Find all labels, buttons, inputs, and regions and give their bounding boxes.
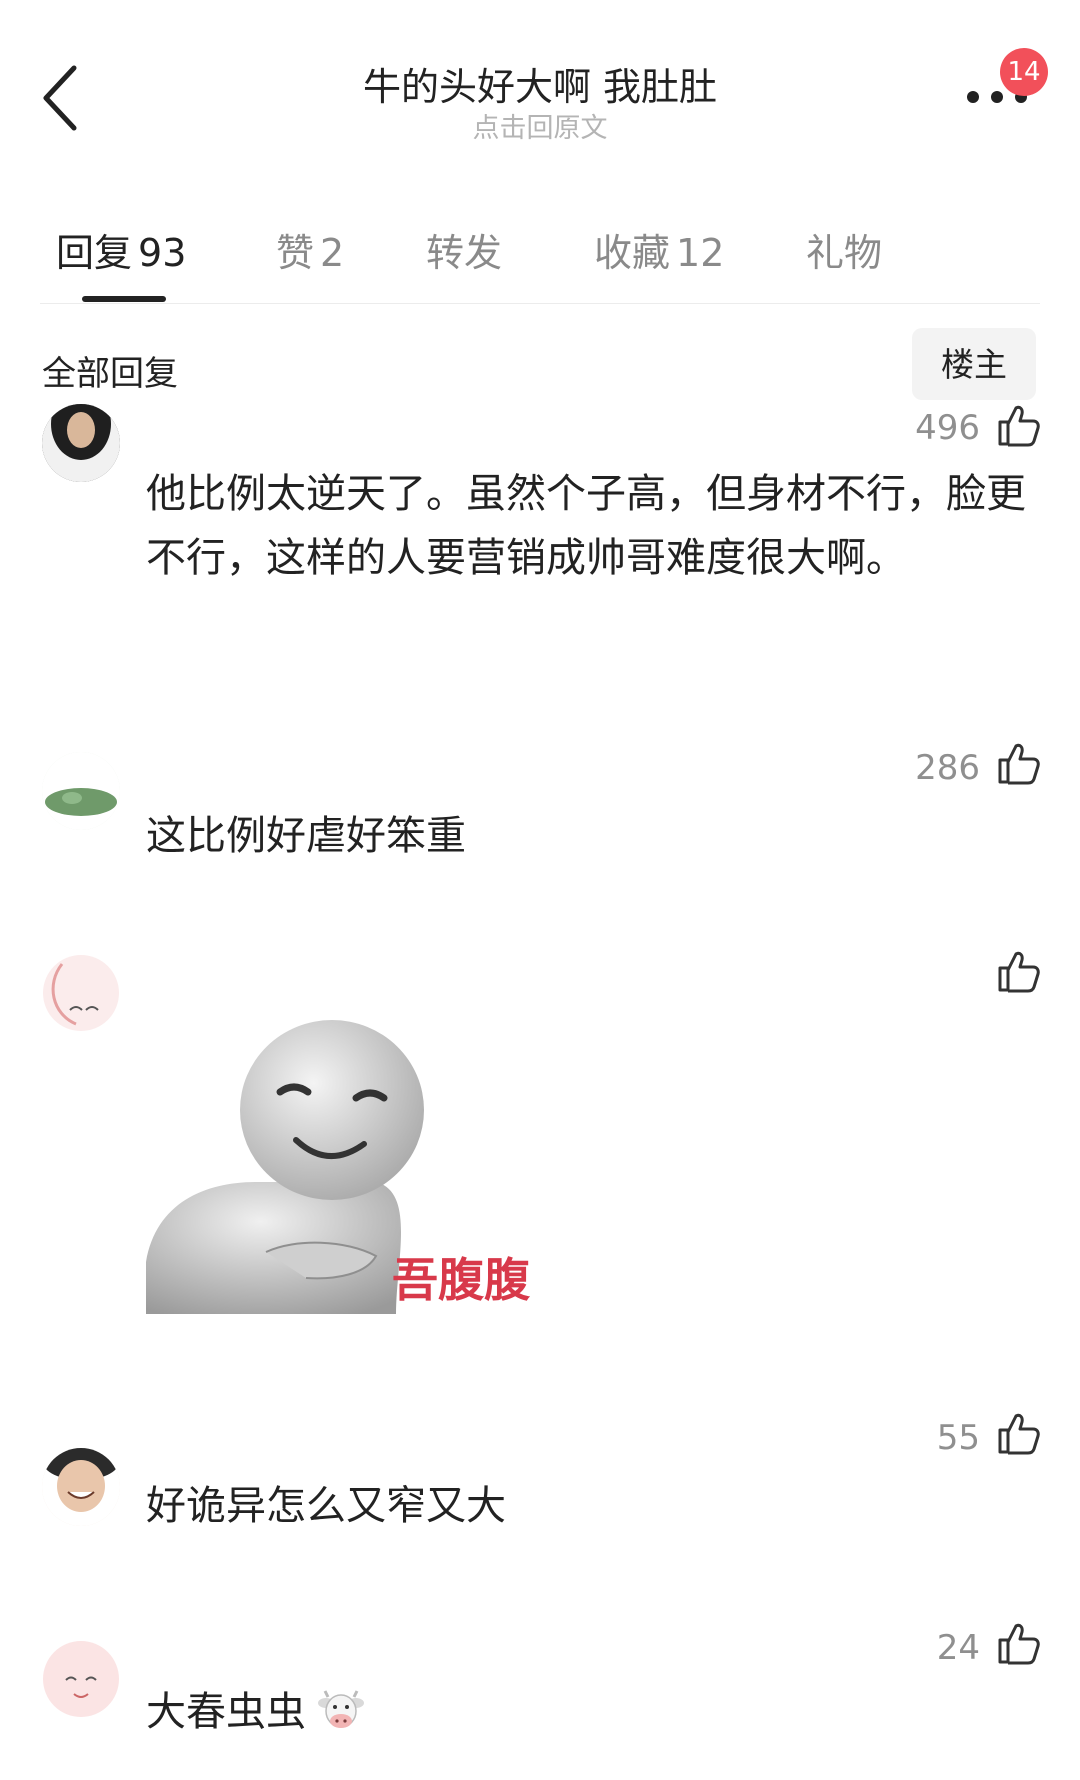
comment-row: 大春虫虫 <box>146 1680 1026 1744</box>
comment-text: 这比例好虐好笨重 <box>146 813 466 859</box>
active-tab-indicator <box>82 296 166 302</box>
tab-replies[interactable]: 回复 93 <box>56 222 186 277</box>
tab-divider <box>40 303 1040 304</box>
comment-text: 他比例太逆天了。虽然个子高，但身材不行，脸更不行，这样的人要营销成帅哥难度很大啊… <box>146 471 1026 581</box>
thumbs-up-icon[interactable] <box>996 948 1040 994</box>
tab-count: 93 <box>138 231 187 275</box>
post-title[interactable]: 牛的头好大啊 我肚肚 <box>200 56 880 111</box>
cow-face-icon <box>318 1690 364 1728</box>
thumbs-up-icon[interactable] <box>996 402 1040 448</box>
tab-count: 12 <box>676 231 725 275</box>
avatar-image <box>43 1641 119 1717</box>
owner-only-button[interactable]: 楼主 <box>912 328 1036 400</box>
tab-label: 转发 <box>426 231 503 275</box>
sticker-image[interactable]: 吾腹腹 <box>146 1012 546 1314</box>
tab-label: 赞 <box>276 231 315 275</box>
sticker-caption: 吾腹腹 <box>392 1253 530 1307</box>
thumbs-up-icon[interactable] <box>996 740 1040 786</box>
section-title: 全部回复 <box>42 354 178 394</box>
avatar[interactable] <box>42 752 120 830</box>
comment-text: 大春虫虫 <box>146 1689 306 1735</box>
avatar[interactable] <box>42 1640 120 1718</box>
tab-label: 礼物 <box>806 231 883 275</box>
avatar[interactable] <box>42 1448 120 1526</box>
chevron-left-icon[interactable] <box>38 62 84 134</box>
like-count: 286 <box>915 748 980 788</box>
tab-label: 收藏 <box>594 231 671 275</box>
view-original-link[interactable]: 点击回原文 <box>200 106 880 145</box>
comment-text: 好诡异怎么又窄又大 <box>146 1483 506 1529</box>
tab-count: 2 <box>320 231 345 275</box>
tab-reposts[interactable]: 转发 <box>426 222 502 277</box>
notification-badge: 14 <box>1000 48 1048 96</box>
like-count: 24 <box>936 1628 980 1668</box>
like-count: 55 <box>936 1418 980 1458</box>
avatar-image <box>42 404 120 482</box>
avatar[interactable] <box>42 404 120 482</box>
avatar[interactable] <box>42 954 120 1032</box>
avatar-image <box>43 955 119 1031</box>
thumbs-up-icon[interactable] <box>996 1620 1040 1666</box>
avatar-image <box>42 752 120 830</box>
tab-likes[interactable]: 赞2 <box>276 222 344 277</box>
tab-gifts[interactable]: 礼物 <box>806 222 882 277</box>
tab-label: 回复 <box>56 231 133 275</box>
thumbs-up-icon[interactable] <box>996 1410 1040 1456</box>
avatar-image <box>42 1448 120 1526</box>
like-count: 496 <box>915 408 980 448</box>
tab-favorites[interactable]: 收藏 12 <box>594 222 724 277</box>
